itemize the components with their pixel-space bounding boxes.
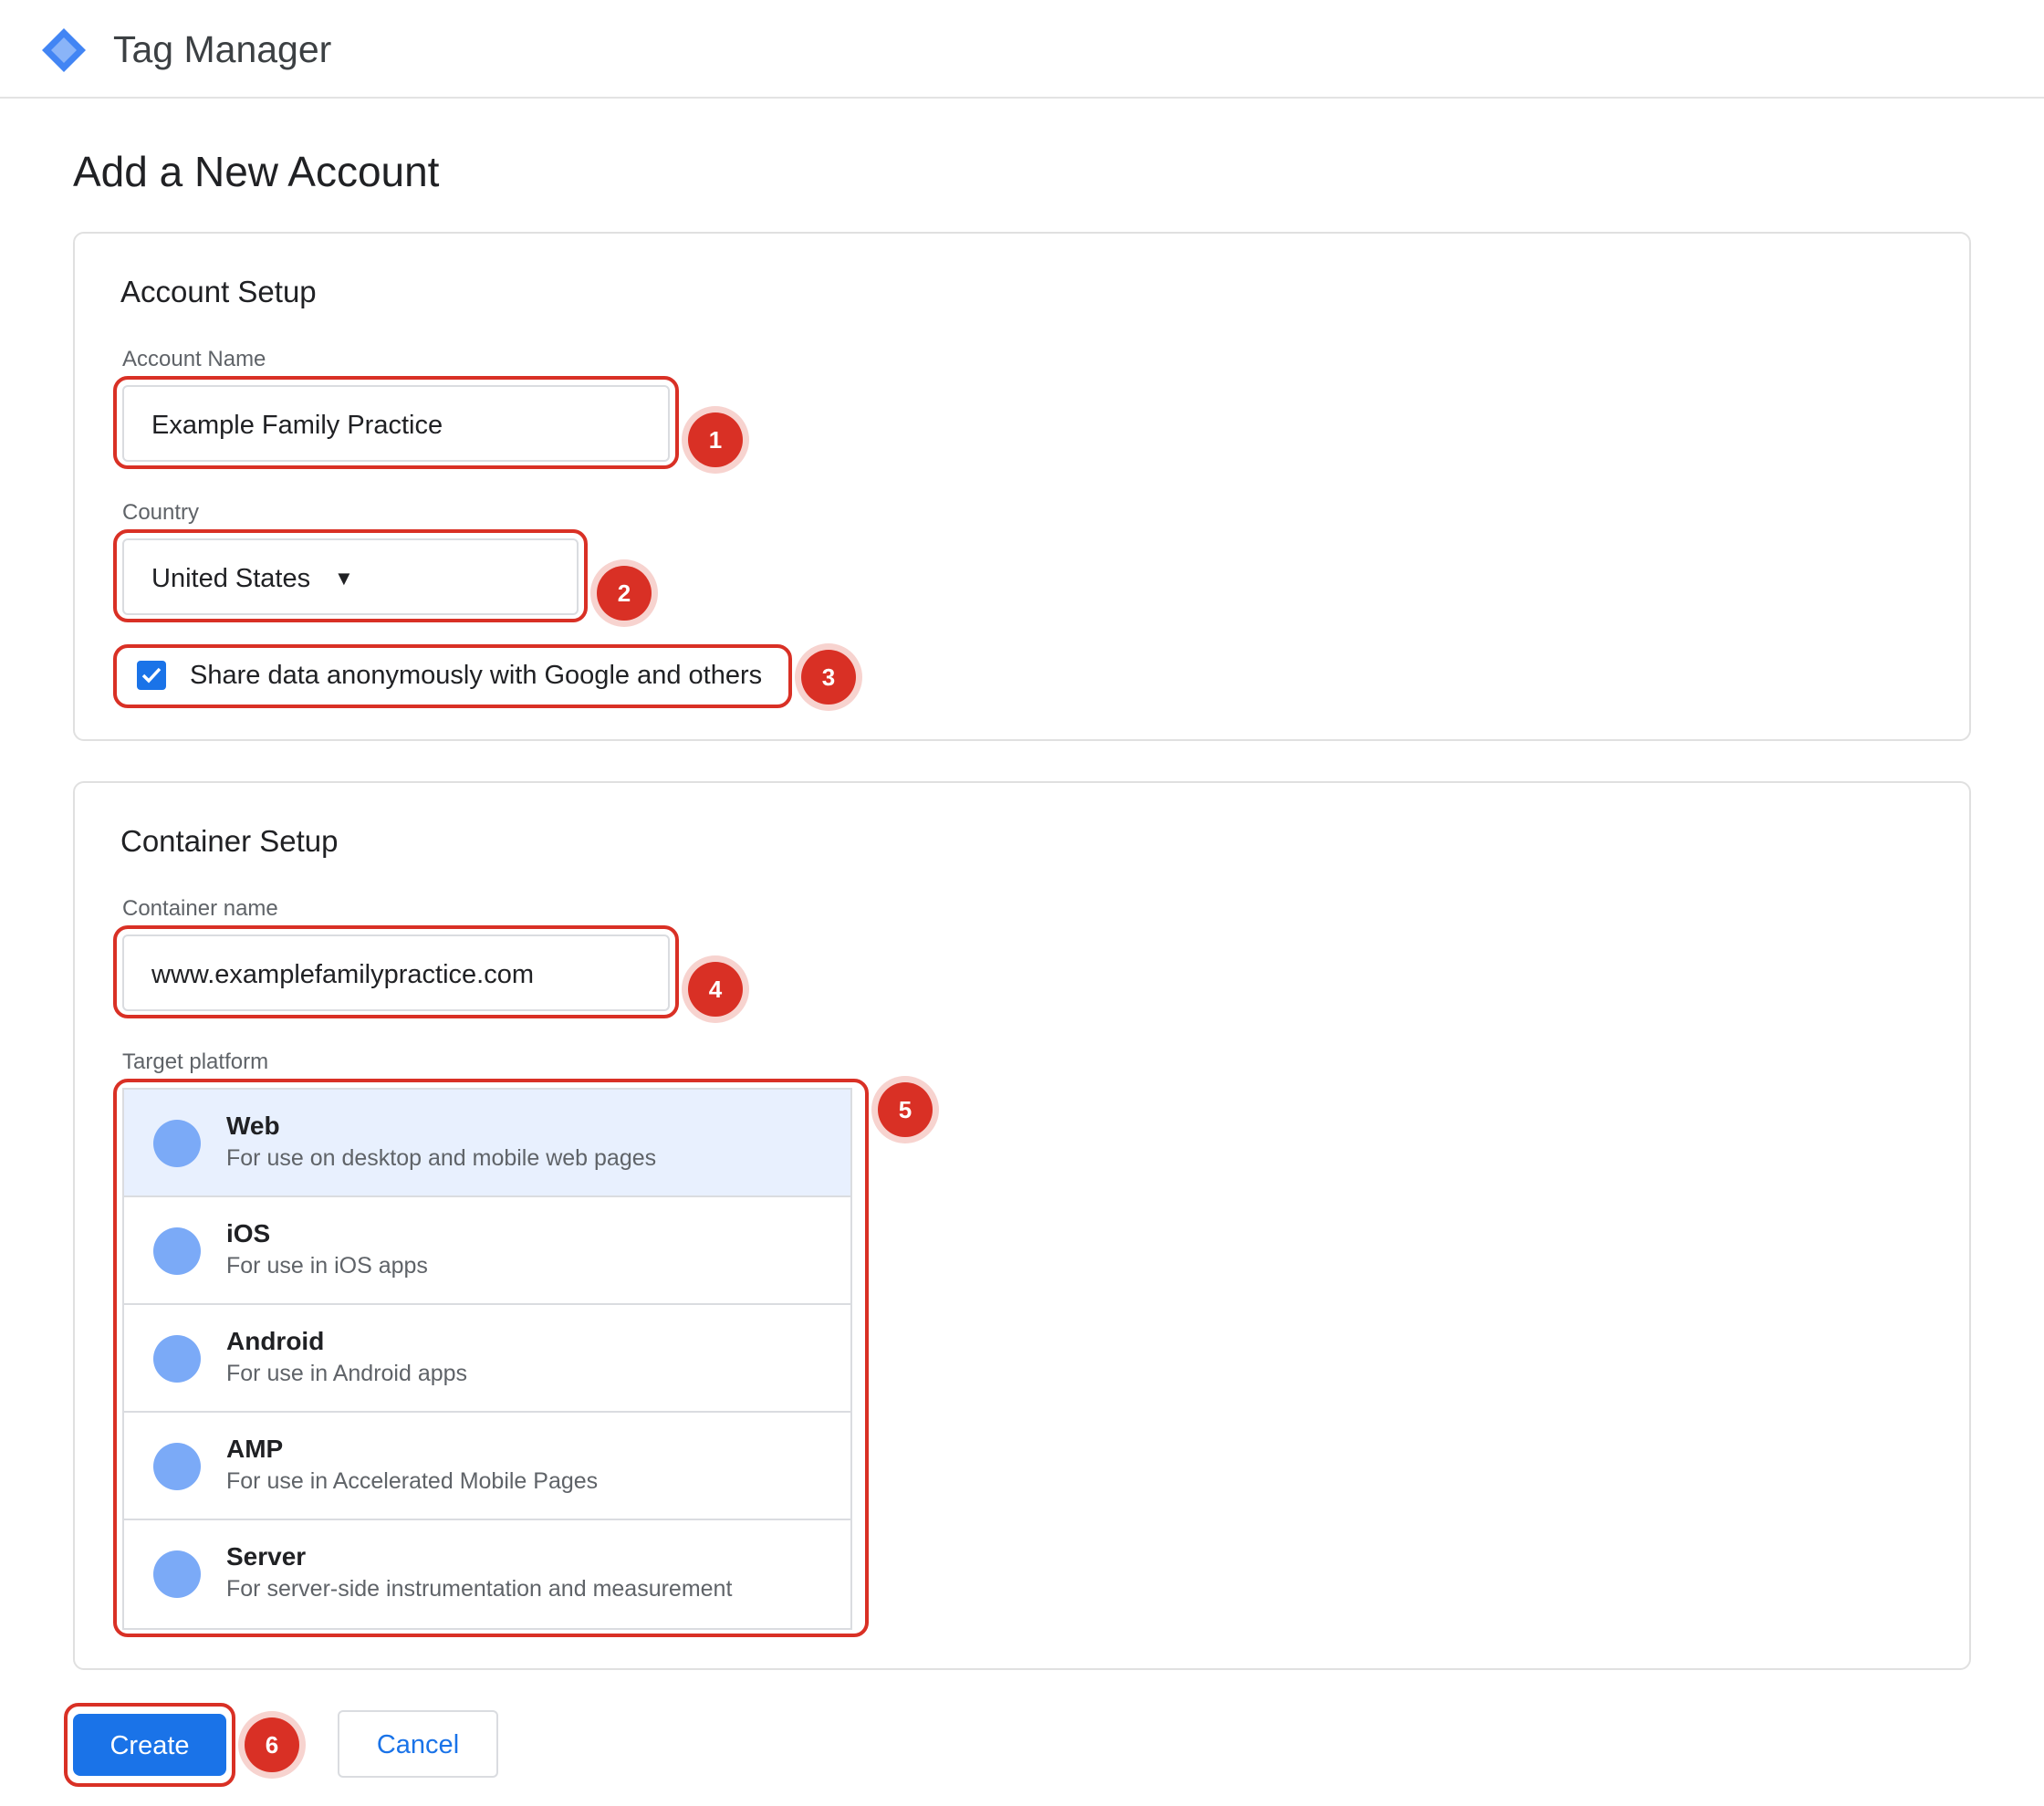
web-platform-icon: [153, 1120, 201, 1167]
platform-description: For use in iOS apps: [226, 1253, 428, 1279]
top-app-bar: Tag Manager: [0, 0, 2044, 99]
page-title: Add a New Account: [73, 148, 440, 195]
platform-name: Android: [226, 1327, 325, 1355]
platform-option-ios[interactable]: iOS For use in iOS apps: [124, 1197, 850, 1305]
country-label: Country: [122, 500, 200, 525]
platform-name: Server: [226, 1542, 307, 1571]
create-button[interactable]: Create: [73, 1714, 226, 1776]
target-platform-label: Target platform: [122, 1049, 269, 1074]
step-marker-3: 3: [801, 650, 856, 705]
country-select[interactable]: United States ▼: [122, 538, 579, 615]
android-platform-icon: [153, 1335, 201, 1383]
amp-platform-icon: [153, 1443, 201, 1490]
account-name-input[interactable]: Example Family Practice: [122, 385, 670, 462]
share-data-label: Share data anonymously with Google and o…: [190, 661, 763, 690]
platform-description: For use in Accelerated Mobile Pages: [226, 1468, 599, 1494]
account-name-label: Account Name: [122, 347, 266, 371]
container-name-label: Container name: [122, 896, 278, 921]
platform-description: For use on desktop and mobile web pages: [226, 1145, 657, 1171]
container-name-input[interactable]: www.examplefamilypractice.com: [122, 934, 670, 1011]
cancel-button[interactable]: Cancel: [338, 1710, 498, 1778]
dropdown-arrow-icon: ▼: [334, 567, 354, 590]
platform-name: iOS: [226, 1219, 271, 1247]
platform-option-android[interactable]: Android For use in Android apps: [124, 1305, 850, 1413]
server-platform-icon: [153, 1550, 201, 1598]
platform-description: For use in Android apps: [226, 1361, 468, 1386]
country-select-value: United States: [151, 564, 311, 593]
target-platform-list: Web For use on desktop and mobile web pa…: [122, 1088, 852, 1630]
app-title: Tag Manager: [113, 28, 332, 70]
step-marker-5: 5: [878, 1082, 933, 1137]
step-marker-1: 1: [688, 412, 743, 467]
step-marker-4: 4: [688, 962, 743, 1017]
platform-option-amp[interactable]: AMP For use in Accelerated Mobile Pages: [124, 1413, 850, 1520]
platform-name: AMP: [226, 1435, 284, 1463]
share-data-checkbox[interactable]: [137, 661, 166, 690]
checkmark-icon: [141, 667, 162, 684]
platform-name: Web: [226, 1112, 280, 1140]
tag-manager-diamond-icon[interactable]: [40, 26, 88, 74]
step-marker-6: 6: [245, 1717, 299, 1772]
step-marker-2: 2: [597, 566, 652, 621]
container-setup-title: Container Setup: [120, 824, 339, 858]
ios-platform-icon: [153, 1227, 201, 1275]
platform-option-web[interactable]: Web For use on desktop and mobile web pa…: [124, 1090, 850, 1197]
account-setup-title: Account Setup: [120, 275, 317, 308]
platform-description: For server-side instrumentation and meas…: [226, 1576, 733, 1602]
platform-option-server[interactable]: Server For server-side instrumentation a…: [124, 1520, 850, 1628]
